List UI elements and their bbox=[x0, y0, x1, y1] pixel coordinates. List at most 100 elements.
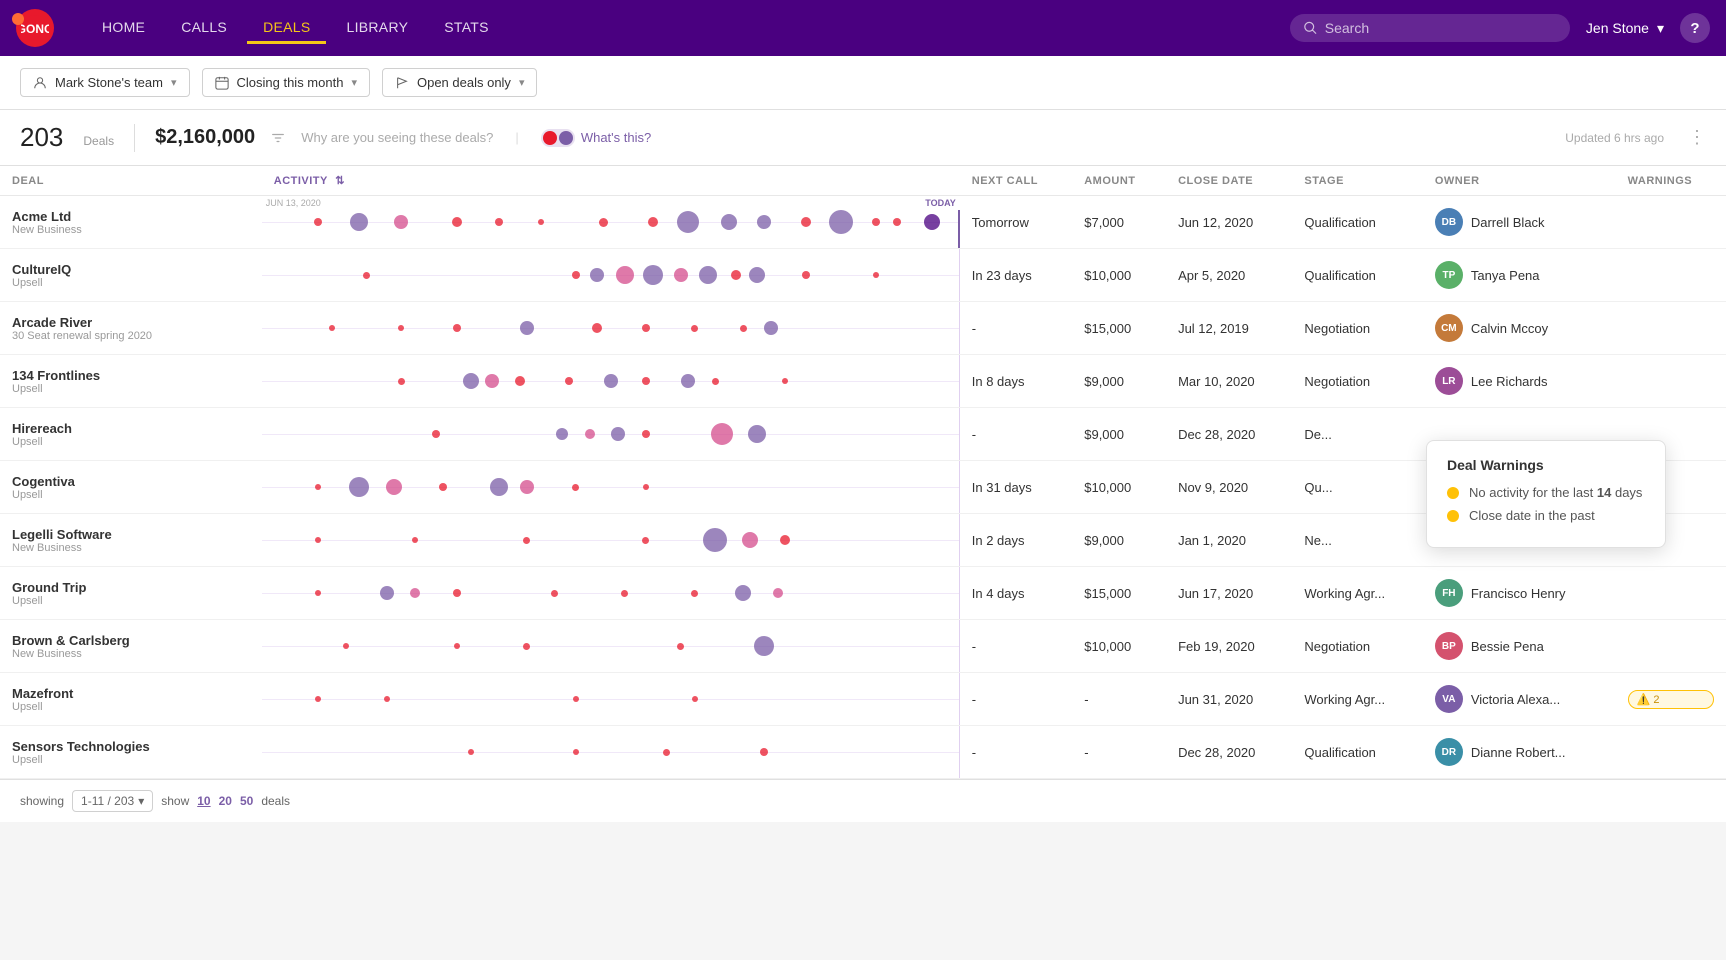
activity-cell bbox=[262, 249, 960, 302]
activity-bubble bbox=[363, 272, 370, 279]
table-row[interactable]: 134 FrontlinesUpsellIn 8 days$9,000Mar 1… bbox=[0, 355, 1726, 408]
table-row[interactable]: Sensors TechnologiesUpsell--Dec 28, 2020… bbox=[0, 726, 1726, 779]
nav-stats[interactable]: STATS bbox=[428, 13, 505, 44]
activity-bubble bbox=[432, 430, 440, 438]
team-filter[interactable]: Mark Stone's team ▾ bbox=[20, 68, 190, 97]
logo-icon: GONG bbox=[16, 9, 54, 47]
table-row[interactable]: Acme LtdNew BusinessJUN 13, 2020TODAYTom… bbox=[0, 196, 1726, 249]
next-call-cell: - bbox=[960, 726, 1072, 779]
deal-name: Arcade River bbox=[12, 315, 250, 330]
activity-bubble bbox=[742, 532, 758, 548]
more-options-icon[interactable]: ⋮ bbox=[1688, 127, 1706, 148]
help-button[interactable]: ? bbox=[1680, 13, 1710, 43]
activity-bubble bbox=[315, 696, 321, 702]
today-label: TODAY bbox=[925, 198, 956, 208]
activity-bubble bbox=[454, 643, 460, 649]
whats-this-label: What's this? bbox=[581, 130, 651, 145]
total-amount: $2,160,000 bbox=[155, 126, 255, 149]
owner-name: Victoria Alexa... bbox=[1471, 692, 1560, 707]
deal-cell: Legelli SoftwareNew Business bbox=[0, 514, 262, 567]
next-call-cell: - bbox=[960, 302, 1072, 355]
table-row[interactable]: MazefrontUpsell--Jun 31, 2020Working Agr… bbox=[0, 673, 1726, 726]
activity-bubble bbox=[453, 324, 461, 332]
deal-name: CultureIQ bbox=[12, 262, 250, 277]
next-call-cell: - bbox=[960, 408, 1072, 461]
search-bar[interactable] bbox=[1290, 14, 1570, 42]
deal-type: Upsell bbox=[12, 489, 250, 501]
calendar-icon bbox=[215, 76, 229, 90]
table-row[interactable]: Ground TripUpsellIn 4 days$15,000Jun 17,… bbox=[0, 567, 1726, 620]
activity-bubble bbox=[572, 484, 579, 491]
nav-home[interactable]: HOME bbox=[86, 13, 161, 44]
showing-label: showing bbox=[20, 794, 64, 808]
activity-bubble bbox=[573, 749, 579, 755]
activity-bubble bbox=[801, 217, 811, 227]
status-filter[interactable]: Open deals only ▾ bbox=[382, 68, 537, 97]
dot-red bbox=[543, 131, 557, 145]
page-size-50[interactable]: 50 bbox=[240, 794, 253, 808]
activity-bubble bbox=[740, 325, 747, 332]
table-row[interactable]: Brown & CarlsbergNew Business-$10,000Feb… bbox=[0, 620, 1726, 673]
close-date-cell: Dec 28, 2020 bbox=[1166, 408, 1292, 461]
avatar: FH bbox=[1435, 579, 1463, 607]
col-owner: OWNER bbox=[1423, 166, 1616, 196]
amount-cell: $10,000 bbox=[1072, 249, 1166, 302]
deal-type: Upsell bbox=[12, 277, 250, 289]
activity-bubble bbox=[490, 478, 508, 496]
warning-badge[interactable]: ⚠️ 2 bbox=[1628, 690, 1714, 709]
showing-chevron: ▾ bbox=[138, 794, 144, 808]
showing-range-select[interactable]: 1-11 / 203 ▾ bbox=[72, 790, 153, 812]
nav-links: HOME CALLS DEALS LIBRARY STATS bbox=[86, 13, 1290, 44]
col-activity[interactable]: ACTIVITY ⇅ bbox=[262, 166, 960, 196]
amount-cell: $10,000 bbox=[1072, 461, 1166, 514]
activity-bubble bbox=[749, 267, 765, 283]
whats-this-button[interactable]: What's this? bbox=[541, 129, 651, 147]
activity-bubble bbox=[599, 218, 608, 227]
nav-deals[interactable]: DEALS bbox=[247, 13, 326, 44]
activity-bubble bbox=[523, 537, 530, 544]
deal-type: Upsell bbox=[12, 436, 250, 448]
deal-cell: HirereachUpsell bbox=[0, 408, 262, 461]
nav-calls[interactable]: CALLS bbox=[165, 13, 243, 44]
today-line bbox=[959, 620, 960, 672]
activity-cell bbox=[262, 673, 960, 726]
stage-cell: Ne... bbox=[1292, 514, 1422, 567]
activity-bubble bbox=[495, 218, 503, 226]
amount-cell: $10,000 bbox=[1072, 620, 1166, 673]
activity-center-line bbox=[262, 540, 960, 541]
nav-library[interactable]: LIBRARY bbox=[330, 13, 424, 44]
deal-type: New Business bbox=[12, 542, 250, 554]
activity-bubble bbox=[398, 325, 404, 331]
activity-bubble bbox=[780, 535, 790, 545]
owner-cell: BP Bessie Pena bbox=[1423, 620, 1616, 673]
search-input[interactable] bbox=[1325, 20, 1556, 36]
tooltip-title: Deal Warnings bbox=[1447, 457, 1645, 473]
user-menu[interactable]: Jen Stone ▾ bbox=[1586, 20, 1664, 37]
show-label: show bbox=[161, 794, 189, 808]
col-next-call: NEXT CALL bbox=[960, 166, 1072, 196]
avatar: DB bbox=[1435, 208, 1463, 236]
period-filter[interactable]: Closing this month ▾ bbox=[202, 68, 370, 97]
close-date-cell: Jun 31, 2020 bbox=[1166, 673, 1292, 726]
close-date-cell: Feb 19, 2020 bbox=[1166, 620, 1292, 673]
period-filter-chevron: ▾ bbox=[351, 76, 357, 89]
filters-bar: Mark Stone's team ▾ Closing this month ▾… bbox=[0, 56, 1726, 110]
activity-bubble bbox=[604, 374, 618, 388]
activity-center-line bbox=[262, 752, 960, 753]
table-row[interactable]: Arcade River30 Seat renewal spring 2020-… bbox=[0, 302, 1726, 355]
close-date-cell: Apr 5, 2020 bbox=[1166, 249, 1292, 302]
page-size-10[interactable]: 10 bbox=[197, 794, 210, 808]
page-size-20[interactable]: 20 bbox=[219, 794, 232, 808]
activity-bubble bbox=[760, 748, 768, 756]
deals-count-label: Deals bbox=[83, 134, 114, 148]
deal-name: Acme Ltd bbox=[12, 209, 250, 224]
separator: | bbox=[515, 130, 518, 145]
deal-name: Cogentiva bbox=[12, 474, 250, 489]
activity-bubble bbox=[343, 643, 349, 649]
amount-cell: $9,000 bbox=[1072, 514, 1166, 567]
close-date-cell: Nov 9, 2020 bbox=[1166, 461, 1292, 514]
table-row[interactable]: CultureIQUpsellIn 23 days$10,000Apr 5, 2… bbox=[0, 249, 1726, 302]
activity-center-line bbox=[262, 593, 960, 594]
activity-bubble bbox=[699, 266, 717, 284]
logo[interactable]: GONG bbox=[16, 9, 54, 47]
